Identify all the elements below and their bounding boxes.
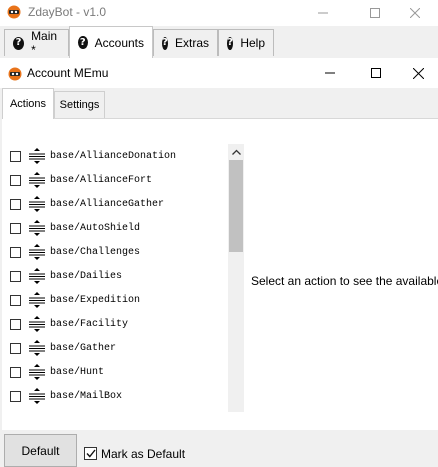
checkmark-icon — [85, 449, 96, 458]
scroll-up-button[interactable] — [228, 144, 244, 160]
action-label: base/Dailies — [50, 270, 123, 282]
action-checkbox[interactable] — [10, 222, 21, 234]
action-checkbox[interactable] — [10, 198, 21, 210]
action-checkbox[interactable] — [10, 174, 21, 186]
action-label: base/MailBox — [50, 390, 123, 402]
list-item[interactable]: base/AllianceFort — [2, 168, 228, 192]
tab-help[interactable]: ? Help — [218, 29, 274, 56]
action-label: base/AllianceFort — [50, 174, 153, 186]
bot-logo-icon — [7, 5, 21, 19]
list-item[interactable]: base/MailBox — [2, 384, 228, 408]
action-list-scrollbar[interactable] — [228, 144, 244, 412]
app-title: ZdayBot - v1.0 — [28, 5, 107, 19]
action-list-continued: base/Gather base/Hunt base/MailBox — [2, 336, 228, 418]
dialog-maximize-button[interactable] — [353, 58, 399, 88]
dialog-minimize-button[interactable] — [307, 58, 353, 88]
chevron-up-icon — [231, 149, 241, 155]
drag-handle-icon[interactable] — [28, 315, 46, 333]
mark-as-default-label: Mark as Default — [101, 447, 186, 461]
action-list: base/AllianceDonation base/AllianceFort … — [2, 84, 228, 340]
tab-actions[interactable]: Actions — [2, 88, 54, 119]
drag-handle-icon[interactable] — [28, 387, 46, 405]
action-checkbox[interactable] — [10, 342, 21, 354]
close-icon — [412, 67, 424, 79]
drag-handle-icon[interactable] — [28, 363, 46, 381]
tab-extras[interactable]: ? Extras — [153, 29, 218, 56]
action-label: base/AutoShield — [50, 222, 141, 234]
drag-handle-icon[interactable] — [28, 147, 46, 165]
action-label: base/Facility — [50, 318, 129, 330]
drag-handle-icon[interactable] — [28, 267, 46, 285]
action-detail-message: Select an action to see the available s — [251, 274, 438, 288]
tab-main-label: Main * — [31, 29, 58, 57]
list-item[interactable]: base/Gather — [2, 336, 228, 360]
action-checkbox[interactable] — [10, 390, 21, 402]
maximize-icon — [370, 8, 380, 18]
action-checkbox[interactable] — [10, 294, 21, 306]
question-circle-icon: ? — [162, 36, 168, 50]
drag-handle-icon[interactable] — [28, 291, 46, 309]
list-item[interactable]: base/Facility — [2, 312, 228, 336]
drag-handle-icon[interactable] — [28, 219, 46, 237]
action-checkbox[interactable] — [10, 270, 21, 282]
drag-handle-icon[interactable] — [28, 195, 46, 213]
default-button[interactable]: Default — [4, 434, 77, 467]
action-label: base/AllianceDonation — [50, 150, 177, 162]
tab-extras-label: Extras — [174, 36, 209, 50]
minimize-icon — [325, 72, 335, 74]
tab-accounts-label: Accounts — [94, 35, 144, 50]
close-button[interactable] — [392, 0, 438, 26]
main-tab-strip: ? Main * ? Accounts ? Extras ? Help — [0, 26, 438, 59]
action-label: base/Expedition — [50, 294, 141, 306]
question-circle-icon: ? — [227, 36, 234, 50]
maximize-icon — [371, 68, 381, 78]
scroll-thumb[interactable] — [229, 160, 243, 252]
tab-main[interactable]: ? Main * — [4, 29, 69, 57]
list-item[interactable]: base/Expedition — [2, 288, 228, 312]
list-item[interactable]: base/Hunt — [2, 360, 228, 384]
list-item[interactable]: base/AllianceDonation — [2, 144, 228, 168]
app-titlebar: ZdayBot - v1.0 — [0, 0, 438, 26]
dialog-title: Account MEmu — [27, 66, 109, 80]
action-label: base/Hunt — [50, 366, 105, 378]
close-icon — [410, 8, 420, 18]
action-checkbox[interactable] — [10, 366, 21, 378]
tab-accounts[interactable]: ? Accounts — [69, 26, 153, 58]
question-circle-icon: ? — [78, 36, 88, 49]
dialog-close-button[interactable] — [395, 58, 438, 88]
mark-as-default-checkbox[interactable] — [84, 447, 97, 460]
drag-handle-icon[interactable] — [28, 243, 46, 261]
action-checkbox[interactable] — [10, 150, 21, 162]
drag-handle-icon[interactable] — [28, 171, 46, 189]
action-label: base/Challenges — [50, 246, 141, 258]
action-checkbox[interactable] — [10, 318, 21, 330]
drag-handle-icon[interactable] — [28, 339, 46, 357]
list-item[interactable]: base/AllianceGather — [2, 192, 228, 216]
action-checkbox[interactable] — [10, 246, 21, 258]
bot-logo-icon — [8, 67, 22, 81]
minimize-button[interactable] — [300, 0, 346, 26]
tab-actions-label: Actions — [9, 98, 47, 110]
list-item[interactable]: base/Dailies — [2, 264, 228, 288]
list-item[interactable]: base/AutoShield — [2, 216, 228, 240]
question-circle-icon: ? — [13, 36, 25, 50]
list-item[interactable]: base/Challenges — [2, 240, 228, 264]
action-label: base/Gather — [50, 342, 117, 354]
default-button-label: Default — [21, 443, 60, 458]
minimize-icon — [318, 12, 328, 14]
tab-help-label: Help — [240, 36, 265, 50]
action-label: base/AllianceGather — [50, 198, 165, 210]
